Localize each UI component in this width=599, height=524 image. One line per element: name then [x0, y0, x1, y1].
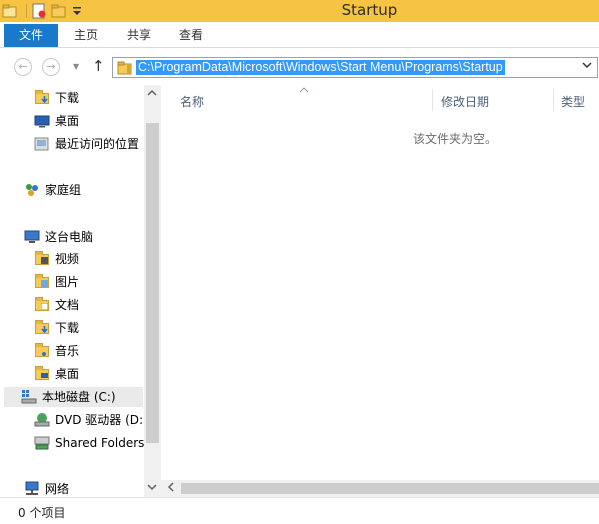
ribbon-tabs: 文件 主页 共享 查看	[0, 22, 599, 48]
homegroup-icon	[24, 182, 40, 198]
forward-button[interactable]: →	[42, 58, 60, 76]
nav-label: 音乐	[55, 344, 80, 358]
nav-label: 最近访问的位置	[55, 137, 140, 151]
tab-home[interactable]: 主页	[74, 24, 98, 47]
item-count: 0 个项目	[18, 506, 66, 520]
up-button[interactable]: ↑	[92, 57, 105, 75]
this-pc-icon	[24, 229, 40, 245]
window-title: Startup	[341, 1, 398, 19]
nav-item-documents[interactable]: 文档	[34, 295, 79, 315]
navigation-pane-vertical-scrollbar[interactable]	[144, 85, 161, 497]
nav-label: 网络	[45, 482, 70, 496]
nav-item-dvd-drive-d[interactable]: DVD 驱动器 (D:)	[34, 410, 148, 430]
column-header-name[interactable]: 名称	[180, 93, 204, 110]
address-dropdown-icon[interactable]	[582, 60, 592, 73]
nav-label: 文档	[55, 298, 80, 312]
downloads-folder-icon	[34, 90, 50, 106]
nav-label: Shared Folders	[55, 436, 145, 450]
nav-item-desktop[interactable]: 桌面	[34, 111, 79, 131]
network-icon	[24, 481, 40, 497]
file-list-horizontal-scrollbar[interactable]	[161, 480, 599, 497]
scrollbar-thumb[interactable]	[146, 123, 159, 443]
documents-folder-icon	[34, 297, 50, 313]
nav-item-pictures[interactable]: 图片	[34, 272, 79, 292]
shared-folders-icon	[34, 435, 50, 451]
address-bar[interactable]: C:\ProgramData\Microsoft\Windows\Start M…	[112, 57, 598, 78]
nav-item-desktop-2[interactable]: 桌面	[34, 364, 79, 384]
recent-places-icon	[34, 136, 50, 152]
nav-item-recent-places[interactable]: 最近访问的位置	[34, 134, 139, 154]
recent-locations-chevron-icon[interactable]: ▼	[73, 62, 79, 71]
nav-label: 家庭组	[45, 183, 82, 197]
nav-label: 图片	[55, 275, 80, 289]
nav-item-homegroup[interactable]: 家庭组	[24, 180, 81, 200]
nav-label: 桌面	[55, 114, 80, 128]
nav-item-videos[interactable]: 视频	[34, 249, 79, 269]
address-row: ← → ▼ ↑ C:\ProgramData\Microsoft\Windows…	[0, 49, 599, 85]
nav-label: 桌面	[55, 367, 80, 381]
scroll-up-chevron-icon[interactable]	[147, 89, 157, 100]
nav-item-music[interactable]: 音乐	[34, 341, 79, 361]
column-header-date-modified[interactable]: 修改日期	[441, 93, 489, 110]
dvd-drive-icon	[34, 412, 50, 428]
address-path[interactable]: C:\ProgramData\Microsoft\Windows\Start M…	[136, 60, 505, 75]
desktop-folder-icon	[34, 366, 50, 382]
column-divider[interactable]	[432, 89, 433, 111]
videos-folder-icon	[34, 251, 50, 267]
nav-item-downloads-2[interactable]: 下载	[34, 318, 79, 338]
tab-share[interactable]: 共享	[127, 24, 151, 47]
nav-label: 视频	[55, 252, 80, 266]
downloads-folder-icon	[34, 320, 50, 336]
nav-label: DVD 驱动器 (D:)	[55, 413, 148, 427]
nav-item-shared-folders[interactable]: Shared Folders	[34, 433, 144, 453]
nav-item-this-pc[interactable]: 这台电脑	[24, 227, 93, 247]
file-list[interactable]: 名称 修改日期 类型 该文件夹为空。	[161, 85, 599, 480]
nav-label: 下载	[55, 321, 80, 335]
nav-label: 本地磁盘 (C:)	[42, 390, 116, 404]
column-divider[interactable]	[553, 89, 554, 111]
nav-label: 下载	[55, 91, 80, 105]
nav-item-local-disk-c[interactable]: 本地磁盘 (C:)	[4, 387, 143, 407]
music-folder-icon	[34, 343, 50, 359]
sort-ascending-icon	[299, 85, 309, 95]
column-header-type[interactable]: 类型	[561, 93, 585, 110]
scrollbar-thumb[interactable]	[181, 483, 599, 494]
status-bar: 0 个项目	[0, 497, 599, 524]
tab-view[interactable]: 查看	[179, 24, 203, 47]
empty-folder-message: 该文件夹为空。	[413, 132, 498, 146]
title-bar: Startup	[0, 0, 599, 22]
tab-file[interactable]: 文件	[4, 24, 58, 47]
navigation-pane: 下载 桌面 最近访问的位置 家庭组 这台电脑 视频 图片 文档 下载 音乐 桌面	[0, 85, 161, 497]
nav-label: 这台电脑	[45, 230, 94, 244]
nav-item-downloads[interactable]: 下载	[34, 88, 79, 108]
nav-item-network[interactable]: 网络	[24, 479, 69, 499]
local-disk-icon	[21, 389, 37, 405]
pictures-folder-icon	[34, 274, 50, 290]
folder-icon	[117, 60, 133, 79]
back-button[interactable]: ←	[14, 58, 32, 76]
scroll-left-chevron-icon[interactable]	[167, 481, 175, 496]
desktop-icon	[34, 113, 50, 129]
scroll-down-chevron-icon[interactable]	[147, 483, 157, 494]
